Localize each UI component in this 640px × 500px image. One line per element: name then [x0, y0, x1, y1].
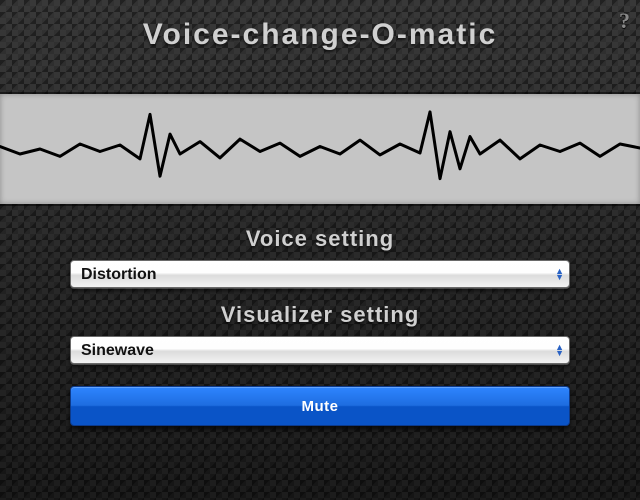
- visualizer-setting-label: Visualizer setting: [0, 302, 640, 328]
- mute-button[interactable]: Mute: [70, 386, 570, 426]
- help-icon[interactable]: ?: [619, 8, 630, 34]
- visualizer-setting-select[interactable]: Sinewave: [70, 336, 570, 364]
- page-title: Voice-change-O-matic: [0, 0, 640, 52]
- voice-setting-select[interactable]: Distortion: [70, 260, 570, 288]
- voice-setting-label: Voice setting: [0, 226, 640, 252]
- waveform-visualizer: [0, 94, 640, 204]
